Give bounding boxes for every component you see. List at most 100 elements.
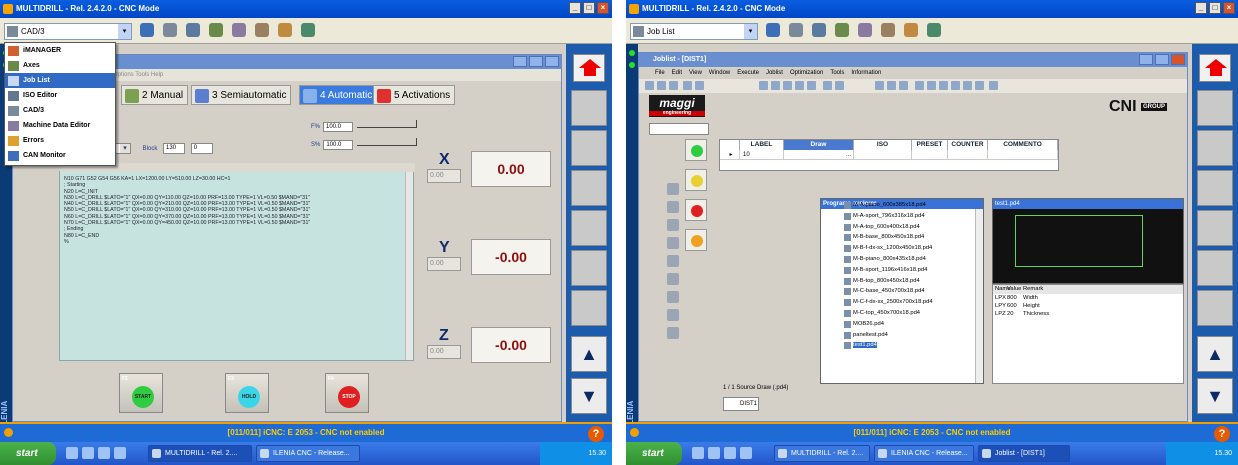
- program-file[interactable]: M-A-piano_600x385x18.pd4: [821, 200, 983, 211]
- tool-icon[interactable]: [667, 183, 679, 195]
- code-line[interactable]: %: [60, 239, 413, 245]
- tool-icon[interactable]: [667, 201, 679, 213]
- home-icon[interactable]: [1199, 54, 1231, 82]
- home-icon[interactable]: [573, 54, 605, 82]
- menu-item-iso-editor[interactable]: ISO Editor: [5, 88, 115, 103]
- column-header[interactable]: COMMENTO: [988, 140, 1058, 150]
- move-up-icon[interactable]: [823, 81, 832, 90]
- scroll-up-button[interactable]: ▲: [571, 336, 607, 372]
- feed-slider[interactable]: [357, 120, 417, 128]
- close-button[interactable]: [1171, 54, 1185, 65]
- tab-semiautomatic[interactable]: 3 Semiautomatic: [191, 85, 292, 105]
- program-file[interactable]: M-C-top_450x700x18.pd4: [821, 308, 983, 319]
- tab-automatic[interactable]: 4 Automatic: [299, 85, 378, 105]
- stop-button[interactable]: [685, 199, 707, 221]
- layout-icon[interactable]: [951, 81, 960, 90]
- column-header[interactable]: ISO: [854, 140, 912, 150]
- program-file[interactable]: M-B-top_800x450x18.pd4: [821, 276, 983, 287]
- user-icon[interactable]: [278, 23, 292, 37]
- layout-icon[interactable]: [887, 81, 896, 90]
- minimize-button[interactable]: [1139, 54, 1153, 65]
- copy-icon[interactable]: [771, 81, 780, 90]
- menu-information[interactable]: Information: [851, 70, 881, 76]
- menu-item-axes[interactable]: Axes: [5, 58, 115, 73]
- cut-icon[interactable]: [759, 81, 768, 90]
- hold-button[interactable]: F3 HOLD: [225, 373, 269, 413]
- menu-tools[interactable]: Tools: [830, 70, 844, 76]
- taskbar-item-multidrill[interactable]: MULTIDRILL - Rel. 2....: [774, 445, 870, 462]
- menu-view[interactable]: View: [689, 70, 702, 76]
- module-dropdown[interactable]: iMANAGER Axes Job List ISO Editor CAD/3 …: [4, 42, 116, 166]
- run-button[interactable]: [685, 139, 707, 161]
- program-file[interactable]: MOB26.pd4: [821, 319, 983, 330]
- menu-item-cad3[interactable]: CAD/3: [5, 103, 115, 118]
- folder-icon[interactable]: [724, 447, 736, 459]
- menu-item-errors[interactable]: Errors: [5, 133, 115, 148]
- program-file[interactable]: M-A-top_600x400x18.pd4: [821, 222, 983, 233]
- program-file[interactable]: M-A-sport_796x316x18.pd4: [821, 211, 983, 222]
- tool-icon[interactable]: [667, 291, 679, 303]
- program-file[interactable]: M-B-f-dx-sx_1200x450x18.pd4: [821, 243, 983, 254]
- program-file[interactable]: test1.pd4: [821, 340, 983, 351]
- program-file[interactable]: M-B-base_800x450x18.pd4: [821, 232, 983, 243]
- layout-icon[interactable]: [915, 81, 924, 90]
- menu-item-job-list[interactable]: Job List: [5, 73, 115, 88]
- side-button[interactable]: [1197, 170, 1233, 206]
- side-button[interactable]: [571, 130, 607, 166]
- table-cell[interactable]: [854, 150, 912, 160]
- save-icon[interactable]: [669, 81, 678, 90]
- reset-button[interactable]: [685, 229, 707, 251]
- chevron-down-icon[interactable]: ▾: [118, 24, 131, 39]
- scroll-down-button[interactable]: ▼: [1197, 378, 1233, 414]
- menu-item-can-monitor[interactable]: CAN Monitor: [5, 148, 115, 163]
- side-button[interactable]: [1197, 90, 1233, 126]
- panel-icon[interactable]: [812, 23, 826, 37]
- start-button[interactable]: start: [0, 442, 56, 465]
- drill-icon[interactable]: [140, 23, 154, 37]
- module-combo[interactable]: CAD/3 ▾: [4, 23, 132, 40]
- minimize-button[interactable]: _: [1195, 2, 1207, 14]
- desktop-icon[interactable]: [692, 447, 704, 459]
- axes-icon[interactable]: [209, 23, 223, 37]
- column-header[interactable]: PRESET: [912, 140, 948, 150]
- program-file[interactable]: M-B-sport_1196x416x18.pd4: [821, 265, 983, 276]
- open-icon[interactable]: [657, 81, 666, 90]
- help-icon[interactable]: [695, 81, 704, 90]
- settings-icon[interactable]: [163, 23, 177, 37]
- block-offset[interactable]: 0: [190, 143, 213, 154]
- tool-icon[interactable]: [667, 255, 679, 267]
- tool-icon[interactable]: [667, 237, 679, 249]
- programs-explorer[interactable]: Programs explorer M-A-piano_600x385x18.p…: [820, 198, 984, 384]
- app-icon[interactable]: [114, 447, 126, 459]
- table-row[interactable]: LPX 800 Width: [993, 294, 1183, 302]
- module-combo[interactable]: Job List ▾: [630, 23, 758, 40]
- layout-icon[interactable]: [963, 81, 972, 90]
- scrollbar[interactable]: [405, 172, 413, 360]
- block-number[interactable]: 130: [163, 143, 186, 154]
- program-file[interactable]: M-B-piano_800x435x18.pd4: [821, 254, 983, 265]
- layout-icon[interactable]: [939, 81, 948, 90]
- table-cell[interactable]: 10: [740, 150, 784, 160]
- side-button[interactable]: [1197, 250, 1233, 286]
- panel-icon[interactable]: [186, 23, 200, 37]
- close-button[interactable]: ×: [597, 2, 609, 14]
- chevron-down-icon[interactable]: ▾: [744, 24, 757, 39]
- layout-icon[interactable]: [927, 81, 936, 90]
- help-icon[interactable]: ?: [1214, 426, 1230, 442]
- tree-icon[interactable]: [301, 23, 315, 37]
- column-header[interactable]: Draw: [784, 140, 854, 150]
- layout-icon[interactable]: [989, 81, 998, 90]
- new-icon[interactable]: [645, 81, 654, 90]
- tool-icon[interactable]: [667, 273, 679, 285]
- browser-icon[interactable]: [708, 447, 720, 459]
- menu-joblist[interactable]: Joblist: [766, 70, 783, 76]
- side-button[interactable]: [571, 210, 607, 246]
- scrollbar[interactable]: [975, 209, 983, 383]
- column-header[interactable]: LABEL: [740, 140, 784, 150]
- feed-value[interactable]: 100.0: [323, 122, 353, 132]
- edit-icon[interactable]: [232, 23, 246, 37]
- program-file[interactable]: M-C-base_450x700x18.pd4: [821, 286, 983, 297]
- move-down-icon[interactable]: [835, 81, 844, 90]
- program-file[interactable]: paneltest.pd4: [821, 330, 983, 341]
- side-button[interactable]: [571, 90, 607, 126]
